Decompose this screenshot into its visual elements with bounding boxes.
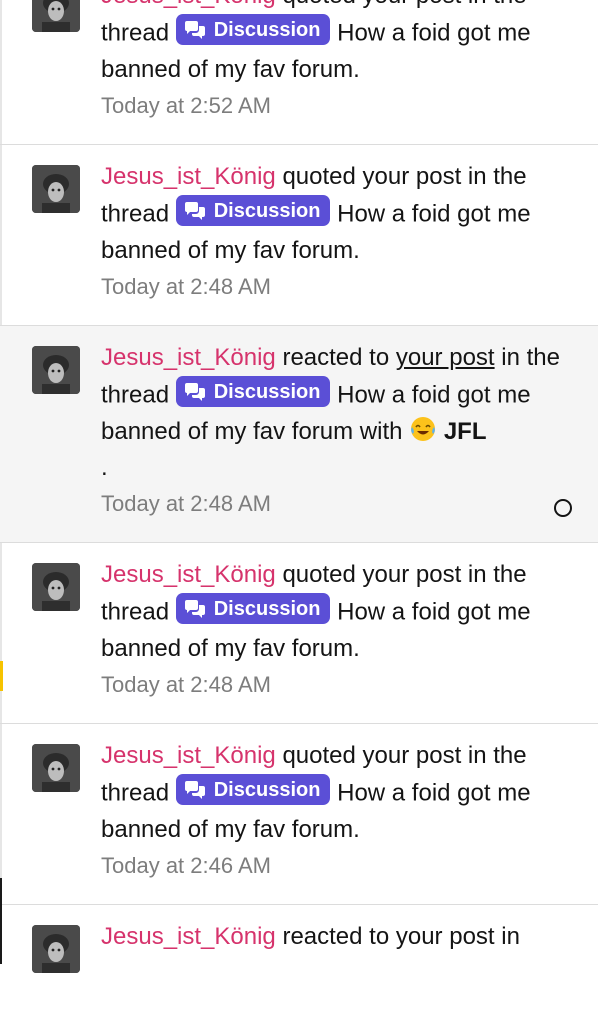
chat-bubbles-icon — [184, 780, 205, 799]
username-link[interactable]: Jesus_ist_König — [101, 344, 276, 371]
avatar[interactable] — [32, 0, 80, 32]
avatar-image — [32, 0, 80, 32]
discussion-tag[interactable]: Discussion — [175, 14, 331, 45]
tag-label: Discussion — [213, 778, 321, 801]
avatar[interactable] — [32, 563, 80, 611]
avatar[interactable] — [32, 744, 80, 792]
notification-text: Jesus_ist_König quoted your post in the … — [101, 738, 579, 884]
tears-of-joy-emoji-icon — [411, 416, 436, 441]
timestamp: Today at 2:46 AM — [101, 852, 271, 878]
notification-item[interactable]: Jesus_ist_König reacted to your post in — [0, 905, 598, 1025]
avatar[interactable] — [32, 165, 80, 213]
thread-word: thread — [101, 200, 170, 228]
notification-item-unread[interactable]: Jesus_ist_König reacted to your post in … — [0, 326, 598, 543]
notification-text: Jesus_ist_König quoted your post in the … — [101, 557, 579, 703]
username-link[interactable]: Jesus_ist_König — [101, 0, 276, 9]
action-text: quoted your post in the — [282, 561, 527, 588]
notification-item[interactable]: Jesus_ist_König quoted your post in the … — [0, 724, 598, 905]
chat-bubbles-icon — [184, 20, 205, 39]
tag-label: Discussion — [213, 199, 321, 222]
post-link[interactable]: your post — [396, 923, 495, 950]
notification-item[interactable]: Jesus_ist_König quoted your post in the … — [0, 543, 598, 724]
username-link[interactable]: Jesus_ist_König — [101, 163, 276, 190]
notification-text: Jesus_ist_König quoted your post in the … — [101, 159, 579, 305]
trailing-text: . — [101, 453, 108, 481]
avatar[interactable] — [32, 346, 80, 394]
action-text-post: in — [501, 923, 520, 950]
action-text: reacted to — [282, 923, 390, 950]
timestamp: Today at 2:48 AM — [101, 671, 271, 697]
chat-bubbles-icon — [184, 382, 205, 401]
timestamp: Today at 2:48 AM — [101, 490, 271, 516]
username-link[interactable]: Jesus_ist_König — [101, 923, 276, 950]
action-text: reacted to — [282, 344, 390, 371]
notification-text: Jesus_ist_König reacted to your post in … — [101, 340, 579, 522]
discussion-tag[interactable]: Discussion — [175, 593, 331, 624]
notification-text: Jesus_ist_König reacted to your post in — [101, 919, 579, 955]
action-text: quoted your post in the — [282, 163, 527, 190]
notification-text: Jesus_ist_König quoted your post in the … — [101, 0, 579, 124]
notification-item[interactable]: Jesus_ist_König quoted your post in the … — [0, 145, 598, 326]
notification-item[interactable]: Jesus_ist_König quoted your post in the … — [0, 0, 598, 145]
username-link[interactable]: Jesus_ist_König — [101, 561, 276, 588]
avatar[interactable] — [32, 925, 80, 973]
edge-highlight — [0, 661, 3, 691]
username-link[interactable]: Jesus_ist_König — [101, 742, 276, 769]
thread-word: thread — [101, 19, 170, 47]
timestamp: Today at 2:48 AM — [101, 273, 271, 299]
chat-bubbles-icon — [184, 201, 205, 220]
mark-read-circle-icon[interactable] — [554, 499, 572, 517]
post-link[interactable]: your post — [396, 344, 495, 371]
avatar-image — [32, 744, 80, 792]
avatar-image — [32, 346, 80, 394]
reaction-label: JFL — [443, 417, 487, 445]
action-text: quoted your post in the — [282, 0, 526, 9]
edge-bar — [0, 878, 2, 964]
discussion-tag[interactable]: Discussion — [175, 195, 331, 226]
discussion-tag[interactable]: Discussion — [175, 774, 331, 805]
action-text: quoted your post in the — [282, 742, 527, 769]
tag-label: Discussion — [213, 18, 321, 41]
avatar-image — [32, 165, 80, 213]
thread-word: thread — [101, 779, 170, 807]
avatar-image — [32, 925, 80, 973]
timestamp: Today at 2:52 AM — [101, 92, 271, 118]
avatar-image — [32, 563, 80, 611]
thread-word: thread — [101, 598, 170, 626]
tag-label: Discussion — [213, 597, 321, 620]
discussion-tag[interactable]: Discussion — [175, 376, 331, 407]
tag-label: Discussion — [213, 380, 321, 403]
chat-bubbles-icon — [184, 599, 205, 618]
